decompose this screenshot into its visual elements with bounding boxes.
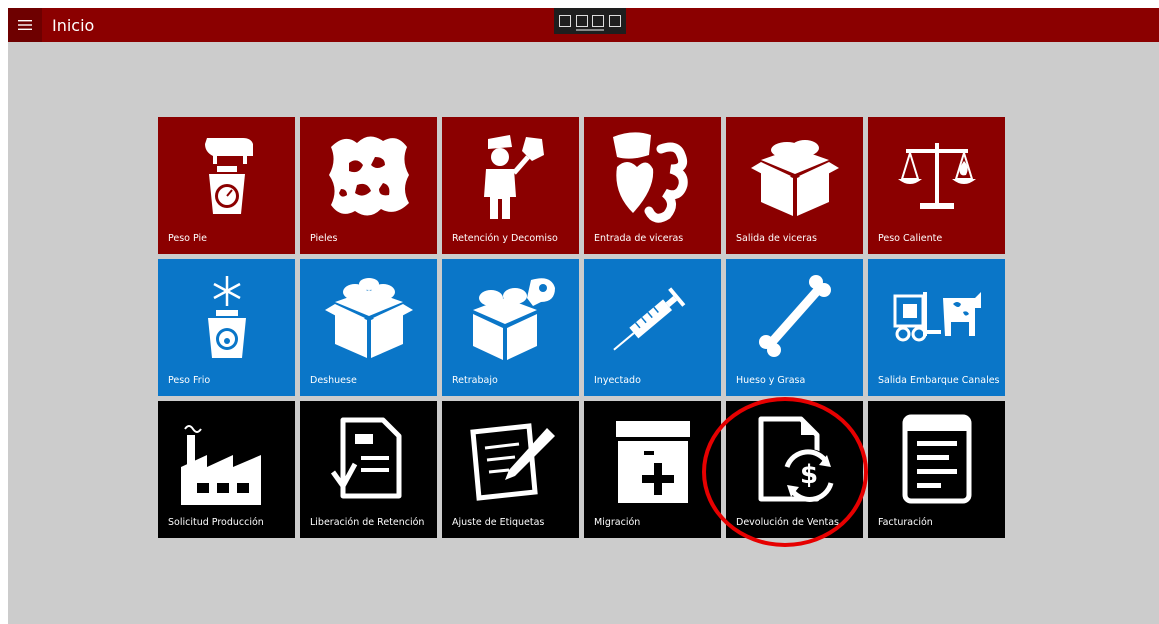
box-meat-icon xyxy=(726,125,863,225)
tile-salida-embarque-canales[interactable]: Salida Embarque Canales xyxy=(868,259,1005,396)
tile-label: Pieles xyxy=(310,233,338,244)
tile-label: Devolución de Ventas xyxy=(736,517,839,528)
svg-text:$: $ xyxy=(799,460,817,490)
cow-scale-icon xyxy=(158,125,295,225)
tile-label: Retrabajo xyxy=(452,375,498,386)
tile-pieles[interactable]: Pieles xyxy=(300,117,437,254)
document-pencil-icon xyxy=(442,409,579,509)
tile-label: Hueso y Grasa xyxy=(736,375,806,386)
tile-label: Retención y Decomiso xyxy=(452,233,558,244)
tile-retrabajo[interactable]: Retrabajo xyxy=(442,259,579,396)
tile-liberacion-retencion[interactable]: Liberación de Retención xyxy=(300,401,437,538)
toolbar-grip[interactable] xyxy=(576,29,604,31)
tile-label: Inyectado xyxy=(594,375,641,386)
tile-hueso-grasa[interactable]: Hueso y Grasa xyxy=(726,259,863,396)
hot-reload-icon[interactable] xyxy=(608,15,621,27)
hamburger-icon xyxy=(18,20,32,30)
document-check-icon xyxy=(300,409,437,509)
tile-deshuese[interactable]: Deshuese xyxy=(300,259,437,396)
page-title: Inicio xyxy=(52,15,95,35)
tile-retencion-decomiso[interactable]: Retención y Decomiso xyxy=(442,117,579,254)
track-focus-icon[interactable] xyxy=(592,15,605,27)
box-meat-steak-icon xyxy=(442,267,579,367)
tile-migracion[interactable]: Migración xyxy=(584,401,721,538)
tile-label: Solicitud Producción xyxy=(168,517,264,528)
tile-devolucion-ventas[interactable]: $ Devolución de Ventas xyxy=(726,401,863,538)
tile-label: Entrada de viceras xyxy=(594,233,684,244)
debug-toolbar xyxy=(554,8,626,34)
tile-peso-pie[interactable]: Peso Pie xyxy=(158,117,295,254)
organs-icon xyxy=(584,125,721,225)
factory-icon xyxy=(158,409,295,509)
inspector-icon xyxy=(442,125,579,225)
tile-label: Deshuese xyxy=(310,375,357,386)
tile-facturacion[interactable]: Facturación xyxy=(868,401,1005,538)
tile-solicitud-produccion[interactable]: Solicitud Producción xyxy=(158,401,295,538)
tile-peso-frio[interactable]: Peso Frio xyxy=(158,259,295,396)
balance-fire-icon xyxy=(868,125,1005,225)
tile-salida-viceras[interactable]: Salida de viceras xyxy=(726,117,863,254)
tile-label: Liberación de Retención xyxy=(310,517,425,528)
display-adorners-icon[interactable] xyxy=(575,15,588,27)
hide-icon xyxy=(300,125,437,225)
syringe-icon xyxy=(584,267,721,367)
snowflake-scale-icon xyxy=(158,267,295,367)
tile-label: Salida de viceras xyxy=(736,233,817,244)
select-element-icon[interactable] xyxy=(559,15,572,27)
tile-ajuste-etiquetas[interactable]: Ajuste de Etiquetas xyxy=(442,401,579,538)
tile-entrada-viceras[interactable]: Entrada de viceras xyxy=(584,117,721,254)
box-plus-icon xyxy=(584,409,721,509)
tile-label: Peso Caliente xyxy=(878,233,943,244)
tile-label: Migración xyxy=(594,517,641,528)
document-refund-icon: $ xyxy=(726,409,863,509)
forklift-cow-icon xyxy=(868,267,1005,367)
tile-peso-caliente[interactable]: Peso Caliente xyxy=(868,117,1005,254)
invoice-icon xyxy=(868,409,1005,509)
tile-label: Facturación xyxy=(878,517,933,528)
bone-icon xyxy=(726,267,863,367)
box-meat-icon xyxy=(300,267,437,367)
tile-label: Peso Frio xyxy=(168,375,211,386)
menu-button[interactable] xyxy=(8,8,42,42)
tile-label: Salida Embarque Canales xyxy=(878,375,1000,386)
tile-inyectado[interactable]: Inyectado xyxy=(584,259,721,396)
tile-label: Peso Pie xyxy=(168,233,208,244)
tile-label: Ajuste de Etiquetas xyxy=(452,517,545,528)
